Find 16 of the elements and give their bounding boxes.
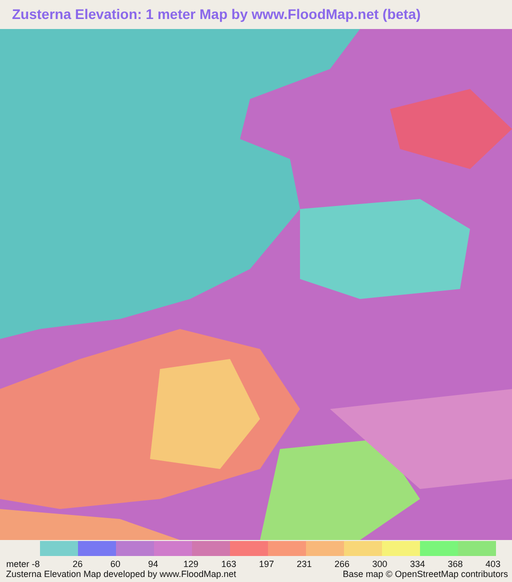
credit-text: Zusterna Elevation Map developed by www.FloodMap.net [6, 569, 236, 579]
map-title: Zusterna Elevation: 1 meter Map by www.FloodMap.net (beta) [11, 5, 422, 24]
legend-tick-label: 129 [182, 559, 200, 569]
attribution-text: Base map © OpenStreetMap contributors [342, 569, 508, 579]
legend-tick-label: 334 [409, 559, 426, 569]
legend-tick-label: 60 [109, 559, 122, 569]
legend-tick-label: 266 [333, 559, 351, 569]
legend-tick-label: 231 [296, 559, 313, 569]
legend-tick-label: 163 [220, 559, 238, 569]
legend-tick-label: 94 [147, 559, 160, 569]
legend-unit-label: meter -8 [5, 559, 40, 569]
legend-tick-label: 197 [258, 559, 275, 569]
legend-tick-label: 368 [446, 559, 464, 569]
legend-tick-label: 26 [72, 559, 84, 569]
legend-tick-label: 300 [371, 559, 388, 569]
legend-tick-label: 403 [484, 559, 502, 569]
